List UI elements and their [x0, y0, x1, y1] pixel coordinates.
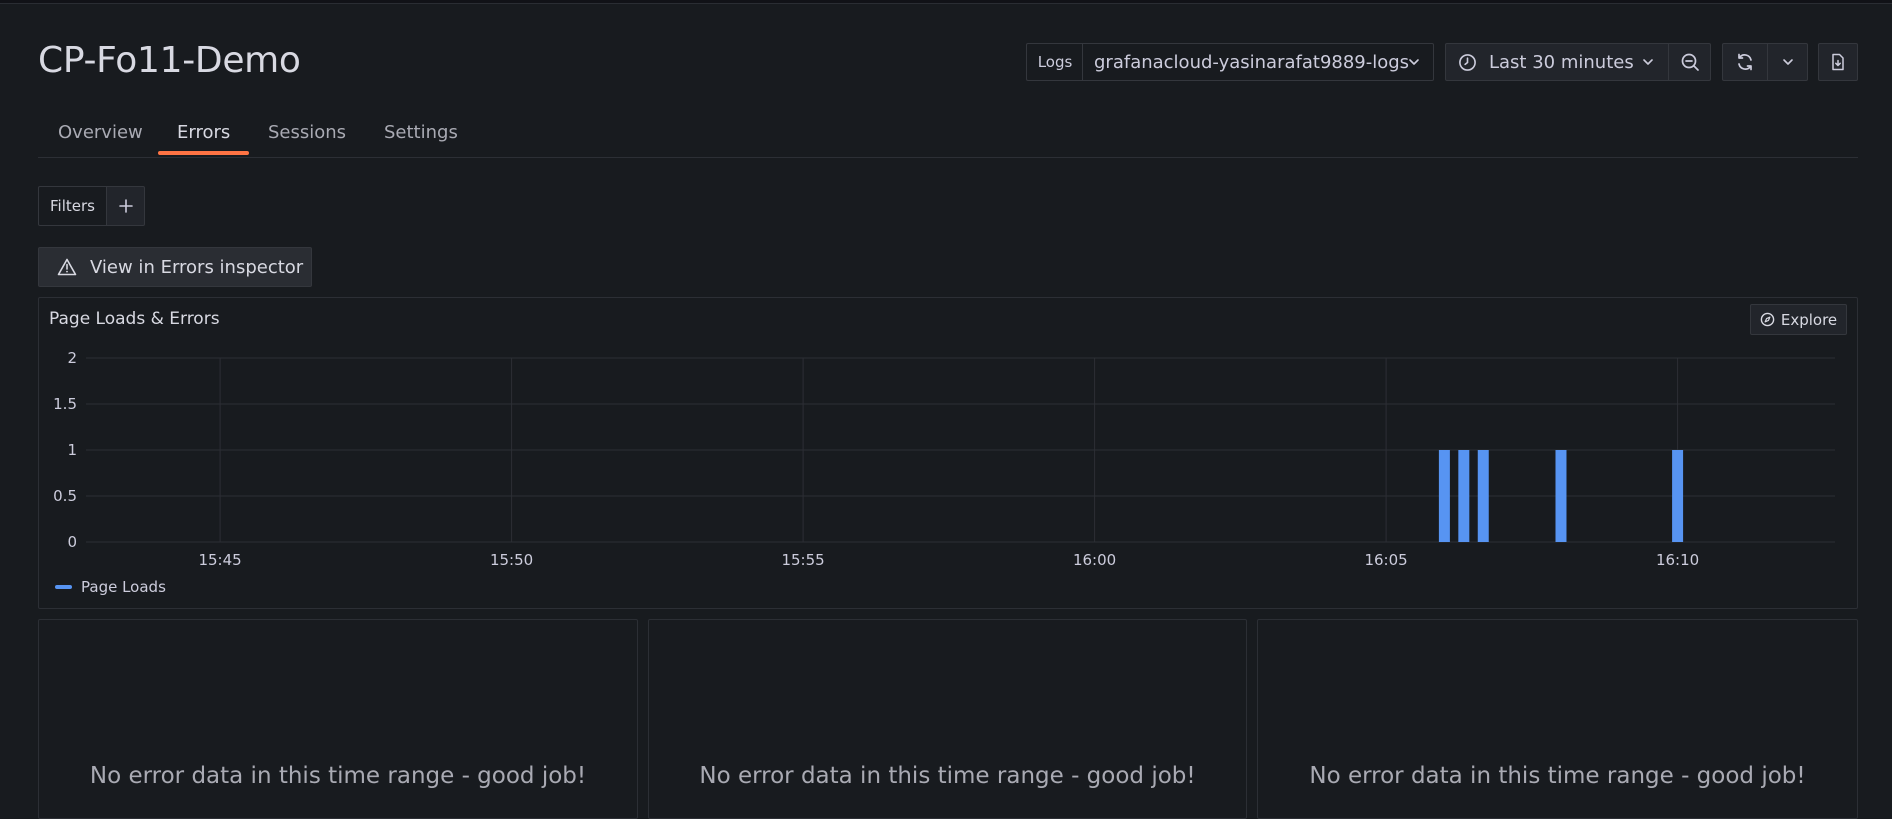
top-border — [0, 0, 1892, 4]
y-tick-label: 2 — [67, 349, 77, 367]
warning-triangle-icon — [57, 258, 77, 276]
y-tick-label: 1 — [67, 441, 77, 459]
datasource-value: grafanacloud-yasinarafat9889-logs — [1094, 51, 1410, 73]
zoom-out-button[interactable] — [1668, 43, 1711, 81]
export-file-icon — [1830, 53, 1846, 71]
filters-bar: Filters — [38, 186, 145, 226]
view-errors-inspector-button[interactable]: View in Errors inspector — [38, 247, 312, 287]
bar-page-loads — [1458, 450, 1470, 542]
page-loads-errors-panel: Page Loads & Errors Explore 0 0.5 1 1.5 2 15:… — [38, 297, 1858, 609]
x-tick-label: 16:05 — [1364, 551, 1407, 569]
x-tick-label: 15:55 — [781, 551, 824, 569]
datasource-picker[interactable]: grafanacloud-yasinarafat9889-logs — [1082, 43, 1434, 81]
refresh-interval-dropdown[interactable] — [1767, 43, 1808, 81]
tab-settings[interactable]: Settings — [384, 122, 458, 143]
time-range-label: Last 30 minutes — [1489, 51, 1634, 73]
tab-bar: Overview Errors Sessions Settings — [38, 112, 1858, 158]
add-filter-button[interactable] — [107, 186, 145, 226]
zoom-out-icon — [1680, 52, 1700, 72]
y-tick-label: 1.5 — [53, 395, 77, 413]
page-loads-chart: 0 0.5 1 1.5 2 15:45 15:50 15:55 16:00 16:05 16:10 — [53, 349, 1835, 569]
page-title: CP-Fo11-Demo — [38, 40, 301, 81]
view-errors-inspector-label: View in Errors inspector — [90, 256, 304, 278]
no-error-data-message: No error data in this time range - good … — [1309, 763, 1806, 789]
y-tick-label: 0 — [67, 533, 77, 551]
x-tick-label: 15:45 — [198, 551, 241, 569]
no-error-data-message: No error data in this time range - good … — [699, 763, 1196, 789]
legend-swatch — [55, 585, 72, 589]
chevron-down-icon — [1641, 55, 1655, 69]
chevron-down-icon — [1407, 55, 1421, 69]
time-range-picker[interactable]: Last 30 minutes — [1445, 43, 1669, 81]
tab-sessions[interactable]: Sessions — [268, 122, 346, 143]
x-tick-label: 16:10 — [1656, 551, 1699, 569]
tab-errors[interactable]: Errors — [177, 122, 230, 143]
chart-legend: Page Loads — [55, 578, 166, 596]
clock-icon — [1458, 53, 1477, 72]
bar-page-loads — [1438, 450, 1450, 542]
filters-label: Filters — [38, 186, 107, 226]
legend-label-page-loads[interactable]: Page Loads — [81, 578, 166, 596]
chevron-down-icon — [1781, 55, 1795, 69]
plus-icon — [118, 198, 134, 214]
error-panel-3: No error data in this time range - good … — [1257, 619, 1858, 819]
bar-page-loads — [1477, 450, 1489, 542]
error-panel-1: No error data in this time range - good … — [38, 619, 638, 819]
x-tick-label: 15:50 — [490, 551, 533, 569]
error-panel-2: No error data in this time range - good … — [648, 619, 1247, 819]
active-tab-indicator — [158, 151, 249, 155]
refresh-button[interactable] — [1722, 43, 1768, 81]
bar-page-loads — [1555, 450, 1567, 542]
refresh-icon — [1735, 52, 1755, 72]
bar-page-loads — [1672, 450, 1684, 542]
x-tick-label: 16:00 — [1073, 551, 1116, 569]
no-error-data-message: No error data in this time range - good … — [89, 763, 587, 789]
datasource-type-label: Logs — [1026, 43, 1083, 81]
y-tick-label: 0.5 — [53, 487, 77, 505]
export-button[interactable] — [1818, 43, 1858, 81]
tab-overview[interactable]: Overview — [58, 122, 143, 143]
